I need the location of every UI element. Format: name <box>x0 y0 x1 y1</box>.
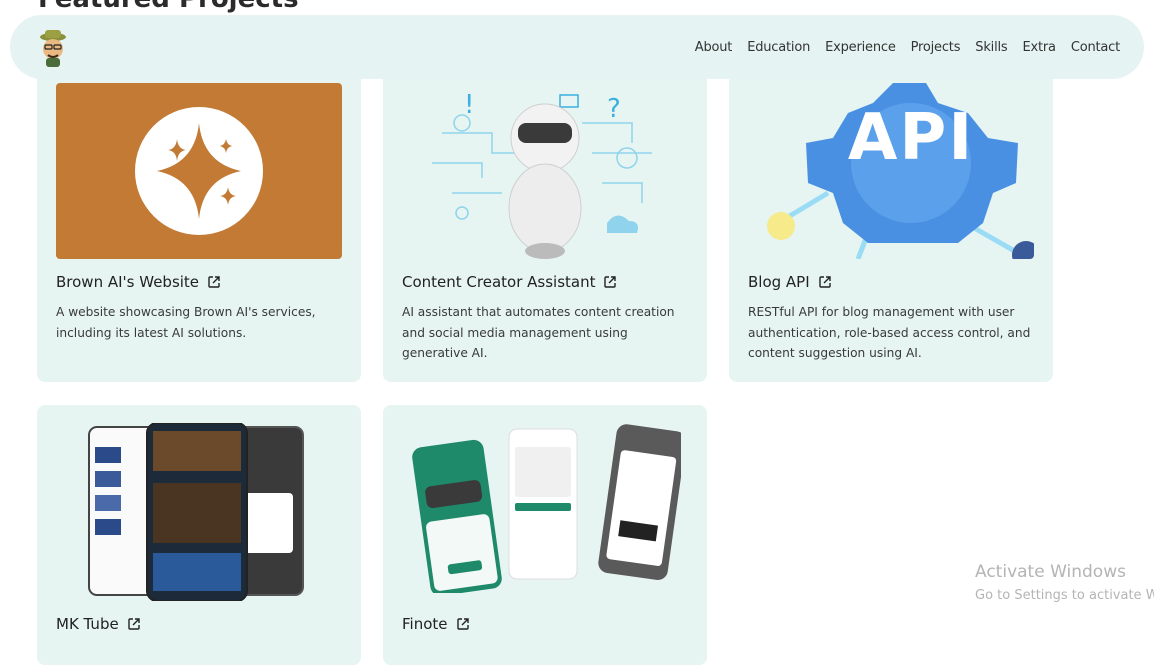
project-card: ? ! Content Creator Assistant AI assista… <box>383 60 707 382</box>
nav-experience[interactable]: Experience <box>825 40 896 55</box>
project-title-link[interactable]: Finote <box>402 615 470 633</box>
external-link-icon <box>818 276 831 288</box>
nav-extra[interactable]: Extra <box>1022 40 1056 55</box>
project-title: Content Creator Assistant <box>402 273 596 291</box>
navbar: About Education Experience Projects Skil… <box>10 15 1144 79</box>
travel-app-screens-illustration <box>412 424 681 593</box>
project-description: A website showcasing Brown AI's services… <box>56 305 316 340</box>
project-description: RESTful API for blog management with use… <box>748 305 1031 360</box>
activate-windows-watermark: Activate Windows <box>975 562 1126 582</box>
project-title-link[interactable]: Brown AI's Website <box>56 273 221 291</box>
nav-contact[interactable]: Contact <box>1071 40 1120 55</box>
svg-text:?: ? <box>607 94 621 124</box>
project-description: AI assistant that automates content crea… <box>402 305 675 360</box>
phone-screens-illustration <box>88 423 304 601</box>
project-thumbnail <box>87 423 305 601</box>
project-thumbnail <box>411 423 681 593</box>
project-title: Blog API <box>748 273 810 291</box>
external-link-icon <box>128 618 140 630</box>
project-card: MK Tube <box>37 405 361 665</box>
project-thumbnail: API <box>748 83 1034 259</box>
project-card: Brown AI's Website A website showcasing … <box>37 60 361 382</box>
robot-illustration: ? ! <box>432 90 652 259</box>
project-thumbnail <box>56 83 342 259</box>
project-title-link[interactable]: Content Creator Assistant <box>402 273 617 291</box>
project-title: Brown AI's Website <box>56 273 200 291</box>
project-title: Finote <box>402 615 448 633</box>
nav-skills[interactable]: Skills <box>975 40 1007 55</box>
section-title: Featured Projects <box>38 0 299 14</box>
external-link-icon <box>456 618 469 630</box>
project-card: Finote <box>383 405 707 665</box>
nav-about[interactable]: About <box>695 40 733 55</box>
project-title-link[interactable]: MK Tube <box>56 615 141 633</box>
avatar-logo-icon[interactable] <box>36 27 70 67</box>
external-link-icon <box>604 276 617 288</box>
nav-education[interactable]: Education <box>747 40 810 55</box>
activate-windows-subtext: Go to Settings to activate Windows. <box>975 588 1154 603</box>
nav-projects[interactable]: Projects <box>911 40 961 55</box>
nav-links: About Education Experience Projects Skil… <box>680 15 1120 79</box>
svg-text:!: ! <box>464 90 474 120</box>
sparkle-logo-icon <box>135 107 263 235</box>
external-link-icon <box>208 276 220 288</box>
project-card: API Blog API RESTful API for blog manage… <box>729 60 1053 382</box>
api-label: API <box>847 101 975 175</box>
project-thumbnail: ? ! <box>402 83 688 259</box>
project-title: MK Tube <box>56 615 119 633</box>
project-title-link[interactable]: Blog API <box>748 273 832 291</box>
